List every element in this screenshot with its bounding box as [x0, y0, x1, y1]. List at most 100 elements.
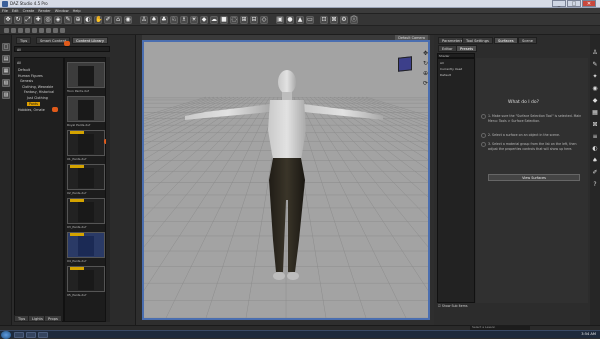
zoom-icon[interactable] — [53, 28, 58, 33]
sphere-icon[interactable]: ● — [286, 16, 294, 24]
universal-icon[interactable]: ✚ — [34, 16, 42, 24]
tree-item[interactable]: Fantasy, Historical — [24, 90, 54, 94]
asset-thumbnail[interactable] — [67, 164, 105, 190]
surface-icon[interactable]: ✎ — [64, 16, 72, 24]
pointer-icon[interactable] — [18, 28, 23, 33]
taskbar-item[interactable] — [38, 332, 48, 338]
tab-presets[interactable]: Presets — [456, 45, 478, 52]
tab-surfaces[interactable]: Surfaces — [494, 37, 518, 44]
tab-tips[interactable]: Tips — [16, 37, 32, 44]
hair-tool-icon[interactable]: ♠ — [591, 157, 599, 165]
asset-thumbnail[interactable] — [67, 130, 105, 156]
genesis-figure[interactable] — [175, 60, 385, 300]
node-icon[interactable]: ◈ — [54, 16, 62, 24]
shirt-icon[interactable]: ♣ — [160, 16, 168, 24]
figure-icon[interactable]: ♙ — [140, 16, 148, 24]
view-surfaces-button[interactable]: View Surfaces — [488, 174, 580, 181]
cube-icon[interactable]: ▣ — [276, 16, 284, 24]
bone-icon[interactable]: ⊞ — [240, 16, 248, 24]
rotate-icon[interactable]: ↻ — [14, 16, 22, 24]
move-icon[interactable]: ✥ — [4, 16, 12, 24]
tree-item[interactable]: Human Figures — [18, 74, 43, 78]
hand2-icon[interactable] — [46, 28, 51, 33]
shaders-tool-icon[interactable]: ◐ — [591, 145, 599, 153]
sky-icon[interactable]: ◌ — [230, 16, 238, 24]
render-tool-icon[interactable]: ⊠ — [591, 121, 599, 129]
tree-item[interactable]: All — [17, 61, 21, 65]
tab-scene[interactable]: Scene — [518, 37, 537, 44]
asset-thumbnail[interactable] — [67, 96, 105, 122]
cone-icon[interactable]: ▲ — [296, 16, 304, 24]
tree-item[interactable]: Clothing, Wearable — [22, 85, 53, 89]
pose-tool-icon[interactable]: ♙ — [591, 49, 599, 57]
settings-icon[interactable]: ⚙ — [340, 16, 348, 24]
camera-icon[interactable]: ◉ — [124, 16, 132, 24]
list-item[interactable]: All — [440, 61, 444, 65]
tab-content-library[interactable]: Content Library — [72, 37, 109, 44]
view-cube-icon[interactable] — [398, 56, 412, 72]
plane-icon[interactable]: ▭ — [306, 16, 314, 24]
select-icon[interactable]: ◎ — [44, 16, 52, 24]
orbit-icon[interactable]: ↻ — [422, 60, 429, 67]
show-sub-items-checkbox[interactable]: ☑ Show Sub Items — [438, 304, 468, 308]
eraser-icon[interactable] — [39, 28, 44, 33]
list-item[interactable]: Default — [440, 73, 451, 77]
eye-icon[interactable] — [60, 28, 65, 33]
help-tool-icon[interactable]: ? — [591, 181, 599, 189]
tree-item[interactable]: Default — [18, 68, 30, 72]
arrow-icon[interactable] — [4, 28, 9, 33]
hand-icon[interactable]: ✋ — [94, 16, 102, 24]
joint-icon[interactable]: ⊕ — [74, 16, 82, 24]
light-tool-icon[interactable]: ✦ — [591, 73, 599, 81]
info-icon[interactable]: ⓘ — [350, 16, 358, 24]
tab-tool-settings[interactable]: Tool Settings — [462, 37, 493, 44]
prop-icon[interactable]: ■ — [220, 16, 228, 24]
export-icon[interactable]: ▨ — [2, 91, 10, 99]
morph-tool-icon[interactable]: ✎ — [591, 61, 599, 69]
scale-icon[interactable]: ⤢ — [24, 16, 32, 24]
pan-icon[interactable]: ✥ — [422, 50, 429, 57]
asset-thumbnail[interactable] — [67, 266, 105, 292]
brush-icon[interactable] — [32, 28, 37, 33]
library-filter-dropdown[interactable]: All — [14, 46, 110, 52]
zoom-icon[interactable]: ⊕ — [422, 70, 429, 77]
tree-item-selected[interactable]: Pants — [27, 102, 40, 106]
hair-icon[interactable]: ♠ — [150, 16, 158, 24]
lasso-icon[interactable] — [25, 28, 30, 33]
null-icon[interactable]: ◇ — [260, 16, 268, 24]
tree-item[interactable]: Hobbies, Ornate — [18, 108, 45, 112]
close-button[interactable]: ✕ — [582, 0, 596, 7]
light-icon[interactable]: ☀ — [190, 16, 198, 24]
scene-tool-icon[interactable]: ▦ — [591, 109, 599, 117]
open-icon[interactable]: ▤ — [2, 55, 10, 63]
library-scrollbar[interactable] — [106, 57, 110, 322]
morph-icon[interactable]: ♗ — [180, 16, 188, 24]
render-settings-icon[interactable]: ▧ — [2, 79, 10, 87]
taskbar-item[interactable] — [26, 332, 36, 338]
pin-icon[interactable] — [11, 28, 16, 33]
pose-icon[interactable]: ♘ — [170, 16, 178, 24]
paint-icon[interactable]: ✐ — [104, 16, 112, 24]
camera-tool-icon[interactable]: ◉ — [591, 85, 599, 93]
asset-thumbnail[interactable] — [67, 198, 105, 224]
tree-item[interactable]: Genesis — [20, 79, 33, 83]
frame-icon[interactable]: ⟳ — [422, 80, 429, 87]
tree-item[interactable]: Just Clothing — [27, 96, 48, 100]
material-tool-icon[interactable]: ◆ — [591, 97, 599, 105]
asset-thumbnail[interactable] — [67, 232, 105, 258]
tab-editor[interactable]: Editor — [438, 45, 457, 52]
environment-icon[interactable]: ☁ — [210, 16, 218, 24]
tab-props[interactable]: Props — [44, 315, 62, 322]
minimize-button[interactable]: _ — [552, 0, 566, 7]
render-icon[interactable]: ⊠ — [330, 16, 338, 24]
list-item[interactable]: Currently Used — [440, 67, 462, 71]
maximize-button[interactable]: □ — [567, 0, 581, 7]
tag-icon[interactable]: ⌂ — [114, 16, 122, 24]
tab-tips-bottom[interactable]: Tips — [14, 315, 30, 322]
brush-tool-icon[interactable]: ✐ — [591, 169, 599, 177]
new-scene-icon[interactable]: □ — [2, 43, 10, 51]
region-icon[interactable]: ◐ — [84, 16, 92, 24]
group-icon[interactable]: ⊟ — [250, 16, 258, 24]
asset-thumbnail[interactable] — [67, 62, 105, 88]
save-icon[interactable]: ▦ — [2, 67, 10, 75]
